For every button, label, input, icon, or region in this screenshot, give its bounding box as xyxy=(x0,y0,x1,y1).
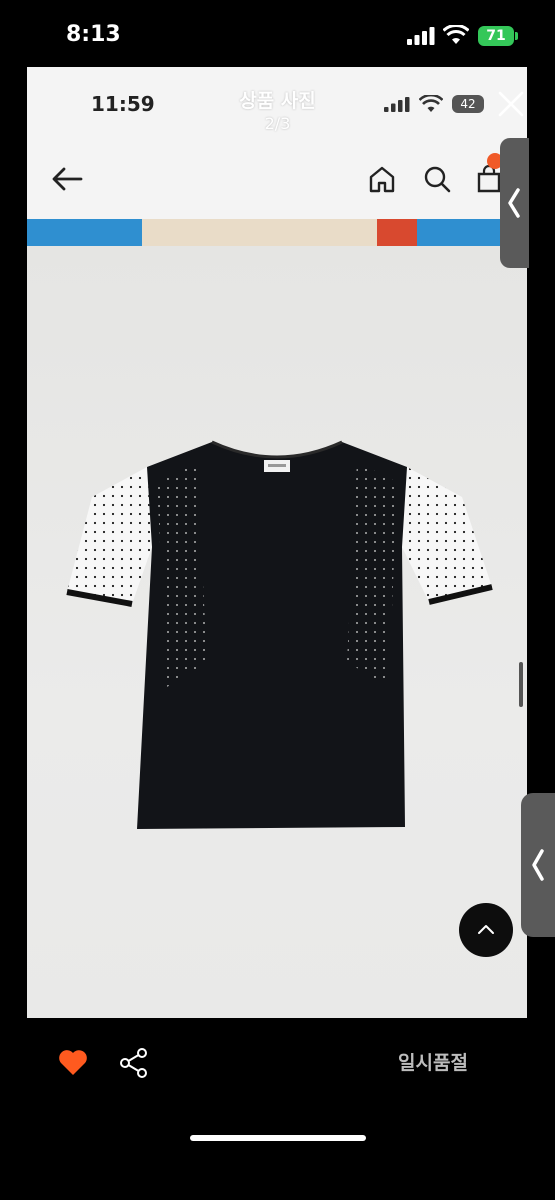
close-icon[interactable] xyxy=(497,90,525,118)
viewer-title: 상품 사진 xyxy=(239,90,316,112)
wifi-icon xyxy=(443,25,469,44)
home-icon[interactable] xyxy=(367,164,397,194)
previous-image-strip-accent xyxy=(377,219,417,246)
side-panel-handle-top[interactable] xyxy=(500,138,529,268)
cart-icon[interactable] xyxy=(475,164,503,194)
battery-icon: 71 xyxy=(478,26,514,46)
product-image-viewer[interactable]: 11:59 42 xyxy=(27,67,527,1018)
cellular-signal-icon xyxy=(407,27,435,45)
scroll-indicator[interactable] xyxy=(519,662,523,707)
image-counter: 2/3 xyxy=(264,114,291,133)
tshirt-product-image xyxy=(66,440,493,829)
scroll-to-top-button[interactable] xyxy=(459,903,513,957)
search-icon[interactable] xyxy=(422,164,452,194)
sold-out-label: 일시품절 xyxy=(398,1052,468,1074)
battery-nub xyxy=(515,32,518,40)
heart-icon[interactable] xyxy=(58,1048,88,1076)
chevron-left-icon xyxy=(532,849,544,881)
chevron-left-icon xyxy=(508,188,520,218)
side-panel-handle-bottom[interactable] xyxy=(521,793,555,937)
share-icon[interactable] xyxy=(119,1047,149,1079)
previous-image-strip-center xyxy=(142,219,377,246)
status-time: 8:13 xyxy=(66,22,121,47)
back-arrow-icon[interactable] xyxy=(49,164,85,194)
home-indicator[interactable] xyxy=(190,1135,366,1141)
chevron-up-icon xyxy=(478,925,494,934)
